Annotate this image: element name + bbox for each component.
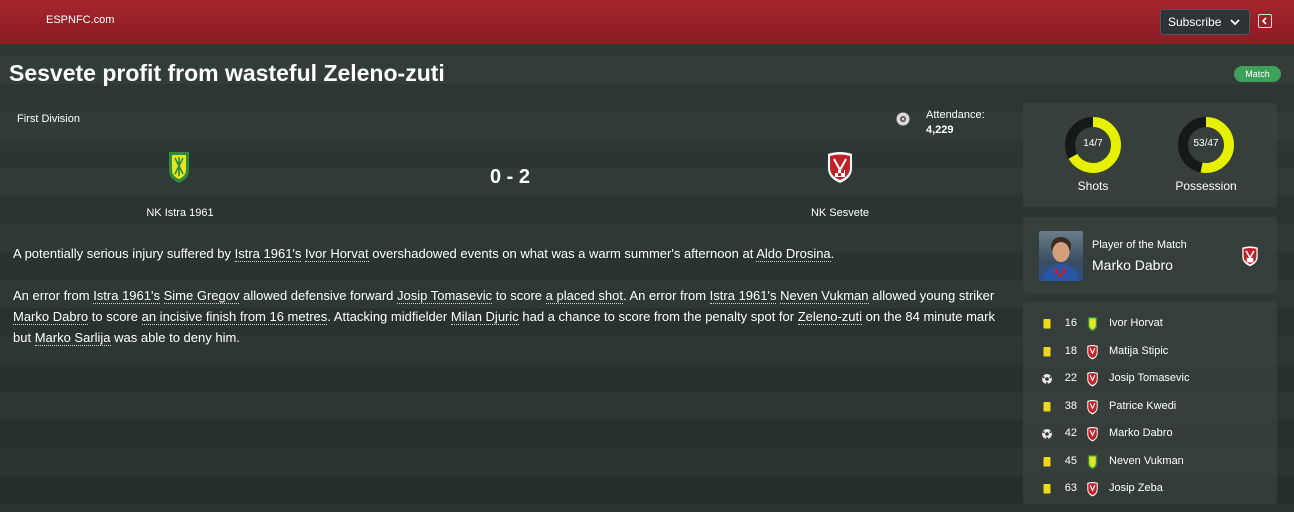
report-text: An error from: [13, 288, 94, 303]
chevron-down-icon: [1230, 19, 1240, 26]
match-score: 0 - 2: [489, 166, 531, 188]
match-events-panel: 16 Ivor Horvat 18 Matija Stipic 22 Josip To…: [1023, 302, 1277, 504]
report-text: had a chance to score from the penalty s…: [518, 309, 798, 324]
sesvete-crest-icon[interactable]: [1241, 245, 1259, 267]
report-link[interactable]: Sime Gregov: [163, 288, 240, 304]
report-text: . Attacking midfielder: [327, 309, 451, 324]
sesvete-crest-icon[interactable]: [1086, 426, 1099, 442]
yellow-card-icon: [1043, 401, 1051, 411]
event-player-name[interactable]: Matija Stipic: [1109, 345, 1168, 357]
subscribe-button[interactable]: Subscribe: [1160, 9, 1250, 35]
istra-crest-icon[interactable]: [1086, 454, 1099, 470]
report-text: to score: [492, 288, 546, 303]
event-row[interactable]: 63 Josip Zeba: [1023, 479, 1277, 499]
ball-icon: [1042, 374, 1052, 384]
event-minute: 16: [1064, 317, 1077, 329]
report-link[interactable]: Milan Djuric: [450, 309, 519, 325]
away-team-name[interactable]: NK Sesvete: [740, 207, 940, 219]
report-paragraph-1: A potentially serious injury suffered by…: [13, 243, 1003, 264]
report-text: .: [830, 246, 835, 261]
match-badge: Match: [1234, 66, 1281, 82]
event-row[interactable]: 38 Patrice Kwedi: [1023, 397, 1277, 417]
shots-caption: Shots: [1077, 179, 1109, 193]
report-link[interactable]: Neven Vukman: [780, 288, 869, 304]
top-bar: ESPNFC.com Subscribe: [0, 0, 1294, 44]
report-text: A potentially serious injury suffered by: [13, 246, 235, 261]
report-text: allowed defensive forward: [239, 288, 398, 303]
event-minute: 22: [1064, 372, 1077, 384]
possession-value: 53/47: [1193, 138, 1219, 149]
report-link[interactable]: Marko Sarlija: [34, 330, 111, 346]
sesvete-crest-icon[interactable]: [1086, 399, 1099, 415]
event-player-name[interactable]: Patrice Kwedi: [1109, 400, 1176, 412]
player-of-the-match-panel[interactable]: Player of the Match Marko Dabro: [1023, 217, 1277, 293]
subscribe-label: Subscribe: [1168, 15, 1222, 29]
event-row[interactable]: 18 Matija Stipic: [1023, 342, 1277, 362]
match-report: A potentially serious injury suffered by…: [13, 243, 1003, 369]
event-row[interactable]: 42 Marko Dabro: [1023, 424, 1277, 444]
report-text: to score: [88, 309, 142, 324]
event-row[interactable]: 22 Josip Tomasevic: [1023, 369, 1277, 389]
brand-label: ESPNFC.com: [46, 14, 115, 26]
event-minute: 38: [1064, 399, 1077, 412]
attendance-label: Attendance:: [926, 109, 985, 121]
event-minute: 45: [1064, 454, 1077, 467]
report-link[interactable]: Istra 1961's: [709, 288, 777, 304]
event-minute: 18: [1064, 344, 1077, 357]
istra-crest-icon[interactable]: [1086, 316, 1099, 332]
istra-crest-icon[interactable]: [166, 150, 192, 184]
report-paragraph-2: An error from Istra 1961's Sime Gregov a…: [13, 285, 1003, 348]
report-link[interactable]: a placed shot: [545, 288, 623, 304]
yellow-card-icon: [1043, 346, 1051, 356]
article-title: Sesvete profit from wasteful Zeleno-zuti: [9, 60, 445, 86]
event-player-name[interactable]: Ivor Horvat: [1109, 317, 1163, 329]
attendance-value: 4,229: [926, 124, 954, 136]
event-minute: 42: [1064, 427, 1077, 439]
sesvete-crest-icon[interactable]: [1086, 371, 1099, 387]
report-link[interactable]: Istra 1961's: [234, 246, 302, 262]
report-text: was able to deny him.: [110, 330, 240, 345]
event-player-name[interactable]: Josip Tomasevic: [1109, 372, 1190, 384]
event-minute: 63: [1064, 482, 1077, 494]
report-link[interactable]: Ivor Horvat: [305, 246, 369, 262]
match-stats-panel: 14/7 Shots 53/47 Possession: [1023, 103, 1277, 207]
stadium-icon: [896, 112, 910, 126]
report-text: allowed young striker: [868, 288, 995, 303]
event-player-name[interactable]: Marko Dabro: [1109, 427, 1173, 439]
yellow-card-icon: [1043, 456, 1051, 466]
report-link[interactable]: Istra 1961's: [93, 288, 160, 304]
report-link[interactable]: Marko Dabro: [13, 309, 89, 325]
sesvete-crest-icon[interactable]: [1086, 481, 1099, 497]
report-text: . An error from: [622, 288, 710, 303]
event-player-name[interactable]: Josip Zeba: [1109, 482, 1163, 494]
event-player-name[interactable]: Neven Vukman: [1109, 455, 1184, 467]
ball-icon: [1042, 429, 1052, 439]
home-team-name[interactable]: NK Istra 1961: [80, 207, 280, 219]
report-link[interactable]: Josip Tomasevic: [397, 288, 493, 304]
collapse-panel-button[interactable]: [1258, 14, 1272, 28]
avatar[interactable]: [1039, 231, 1083, 281]
potm-player-name[interactable]: Marko Dabro: [1092, 257, 1173, 273]
yellow-card-icon: [1043, 319, 1051, 329]
chevron-left-icon: [1261, 17, 1267, 25]
sesvete-crest-icon[interactable]: [826, 150, 854, 184]
possession-caption: Possession: [1175, 179, 1237, 193]
potm-label: Player of the Match: [1092, 239, 1187, 251]
report-text: overshadowed events on what was a warm s…: [368, 246, 757, 261]
report-link[interactable]: an incisive finish from 16 metres: [141, 309, 328, 325]
shots-value: 14/7: [1083, 138, 1103, 149]
event-row[interactable]: 45 Neven Vukman: [1023, 452, 1277, 472]
report-link[interactable]: Aldo Drosina: [756, 246, 831, 262]
competition-name[interactable]: First Division: [17, 113, 80, 125]
report-link[interactable]: Zeleno-zuti: [797, 309, 863, 325]
event-row[interactable]: 16 Ivor Horvat: [1023, 314, 1277, 334]
yellow-card-icon: [1043, 484, 1051, 494]
sesvete-crest-icon[interactable]: [1086, 344, 1099, 360]
